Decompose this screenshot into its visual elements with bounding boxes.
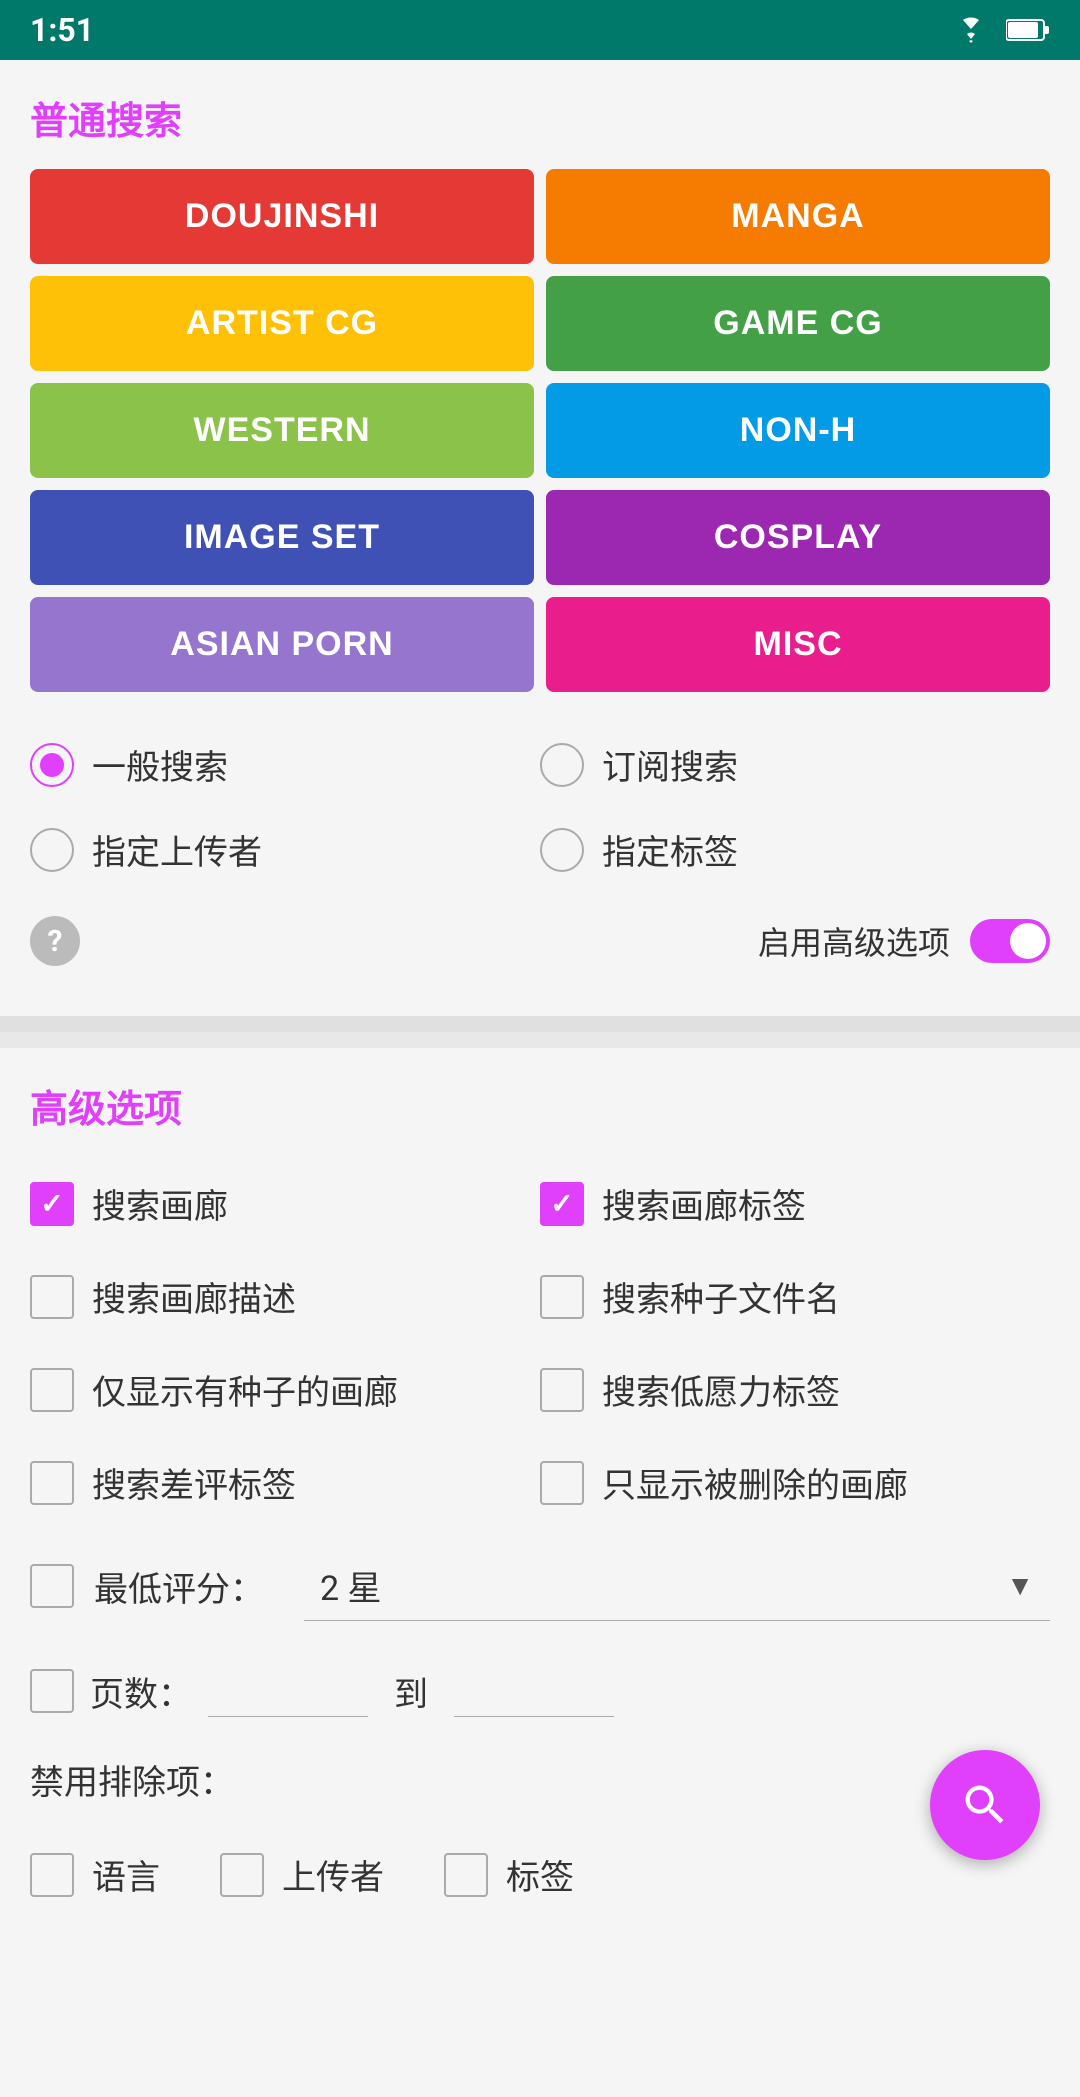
artist-cg-button[interactable]: ARTIST CG bbox=[30, 276, 534, 371]
non-h-button[interactable]: NON-H bbox=[546, 383, 1050, 478]
status-bar: 1:51 bbox=[0, 0, 1080, 60]
advanced-toggle-label: 启用高级选项 bbox=[758, 918, 950, 964]
general-search-radio-circle[interactable] bbox=[30, 743, 74, 787]
exclude-tag-label: 标签 bbox=[506, 1850, 574, 1899]
advanced-toggle-switch[interactable] bbox=[970, 919, 1050, 963]
radio-row-1: 一般搜索 订阅搜索 bbox=[30, 722, 1050, 807]
doujinshi-button[interactable]: DOUJINSHI bbox=[30, 169, 534, 264]
min-rating-checkbox[interactable] bbox=[30, 1564, 74, 1608]
search-gallery-item: 搜索画廊 bbox=[30, 1157, 540, 1250]
subscription-search-radio-circle[interactable] bbox=[540, 743, 584, 787]
search-bad-tags-label: 搜索差评标签 bbox=[92, 1458, 296, 1507]
general-search-label: 一般搜索 bbox=[92, 740, 228, 789]
exclude-label: 禁用排除项： bbox=[30, 1739, 1050, 1812]
specify-uploader-label: 指定上传者 bbox=[92, 825, 262, 874]
normal-search-card: 普通搜索 DOUJINSHI MANGA ARTIST CG GAME CG W… bbox=[0, 60, 1080, 1016]
only-torrent-item: 仅显示有种子的画廊 bbox=[30, 1343, 540, 1436]
advanced-options-card: 高级选项 搜索画廊 搜索画廊标签 搜索画廊描述 搜索种子文件名 仅显示有种子的画… bbox=[0, 1048, 1080, 2097]
exclude-language-label: 语言 bbox=[92, 1850, 160, 1899]
search-gallery-tag-item: 搜索画廊标签 bbox=[540, 1157, 1050, 1250]
exclude-uploader-checkbox[interactable] bbox=[220, 1853, 264, 1897]
search-fab[interactable] bbox=[930, 1750, 1040, 1860]
asian-porn-button[interactable]: ASIAN PORN bbox=[30, 597, 534, 692]
status-icons bbox=[951, 15, 1050, 45]
search-low-power-label: 搜索低愿力标签 bbox=[602, 1365, 840, 1414]
dropdown-arrow-icon: ▼ bbox=[1006, 1569, 1034, 1602]
radio-row-2: 指定上传者 指定标签 bbox=[30, 807, 1050, 892]
exclude-tag-item: 标签 bbox=[444, 1828, 574, 1921]
advanced-toggle-row: ? 启用高级选项 bbox=[30, 892, 1050, 976]
min-rating-label: 最低评分： bbox=[94, 1562, 264, 1611]
exclude-language-item: 语言 bbox=[30, 1828, 160, 1921]
page-to-input[interactable] bbox=[454, 1665, 614, 1717]
show-deleted-checkbox[interactable] bbox=[540, 1461, 584, 1505]
western-button[interactable]: WESTERN bbox=[30, 383, 534, 478]
category-buttons-grid: DOUJINSHI MANGA ARTIST CG GAME CG WESTER… bbox=[30, 169, 1050, 692]
exclude-tag-checkbox[interactable] bbox=[444, 1853, 488, 1897]
image-set-button[interactable]: IMAGE SET bbox=[30, 490, 534, 585]
help-icon[interactable]: ? bbox=[30, 916, 80, 966]
search-gallery-desc-label: 搜索画廊描述 bbox=[92, 1272, 296, 1321]
search-bad-tags-item: 搜索差评标签 bbox=[30, 1436, 540, 1529]
normal-search-title: 普通搜索 bbox=[30, 90, 1050, 145]
search-low-power-checkbox[interactable] bbox=[540, 1368, 584, 1412]
specify-uploader-radio-circle[interactable] bbox=[30, 828, 74, 872]
exclude-language-checkbox[interactable] bbox=[30, 1853, 74, 1897]
specify-uploader-radio[interactable]: 指定上传者 bbox=[30, 825, 540, 874]
only-torrent-checkbox[interactable] bbox=[30, 1368, 74, 1412]
general-search-radio[interactable]: 一般搜索 bbox=[30, 740, 540, 789]
only-torrent-label: 仅显示有种子的画廊 bbox=[92, 1365, 398, 1414]
search-torrent-checkbox[interactable] bbox=[540, 1275, 584, 1319]
search-low-power-item: 搜索低愿力标签 bbox=[540, 1343, 1050, 1436]
manga-button[interactable]: MANGA bbox=[546, 169, 1050, 264]
subscription-search-label: 订阅搜索 bbox=[602, 740, 738, 789]
radio-group: 一般搜索 订阅搜索 指定上传者 指定标签 bbox=[30, 722, 1050, 892]
show-deleted-item: 只显示被删除的画廊 bbox=[540, 1436, 1050, 1529]
search-torrent-item: 搜索种子文件名 bbox=[540, 1250, 1050, 1343]
search-icon bbox=[959, 1779, 1011, 1831]
exclude-uploader-label: 上传者 bbox=[282, 1850, 384, 1899]
show-deleted-label: 只显示被删除的画廊 bbox=[602, 1458, 908, 1507]
page-range-row: 页数： 到 bbox=[30, 1643, 1050, 1739]
battery-icon bbox=[1006, 17, 1050, 43]
page-range-label: 页数： bbox=[90, 1667, 192, 1716]
time-display: 1:51 bbox=[30, 11, 94, 49]
checkboxes-grid: 搜索画廊 搜索画廊标签 搜索画廊描述 搜索种子文件名 仅显示有种子的画廊 搜索低… bbox=[30, 1157, 1050, 1529]
cosplay-button[interactable]: COSPLAY bbox=[546, 490, 1050, 585]
advanced-toggle-group: 启用高级选项 bbox=[758, 918, 1050, 964]
search-gallery-desc-item: 搜索画廊描述 bbox=[30, 1250, 540, 1343]
page-from-input[interactable] bbox=[208, 1665, 368, 1717]
search-gallery-tag-checkbox[interactable] bbox=[540, 1182, 584, 1226]
search-gallery-checkbox[interactable] bbox=[30, 1182, 74, 1226]
specify-tag-radio[interactable]: 指定标签 bbox=[540, 825, 1050, 874]
search-bad-tags-checkbox[interactable] bbox=[30, 1461, 74, 1505]
wifi-icon bbox=[951, 15, 991, 45]
search-gallery-tag-label: 搜索画廊标签 bbox=[602, 1179, 806, 1228]
rating-dropdown[interactable]: 2 星 ▼ bbox=[304, 1551, 1050, 1621]
exclude-uploader-item: 上传者 bbox=[220, 1828, 384, 1921]
specify-tag-label: 指定标签 bbox=[602, 825, 738, 874]
rating-value: 2 星 bbox=[320, 1561, 382, 1610]
search-gallery-desc-checkbox[interactable] bbox=[30, 1275, 74, 1319]
misc-button[interactable]: MISC bbox=[546, 597, 1050, 692]
subscription-search-radio[interactable]: 订阅搜索 bbox=[540, 740, 1050, 789]
min-rating-row: 最低评分： 2 星 ▼ bbox=[30, 1529, 1050, 1643]
advanced-options-title: 高级选项 bbox=[30, 1078, 1050, 1133]
game-cg-button[interactable]: GAME CG bbox=[546, 276, 1050, 371]
page-range-checkbox[interactable] bbox=[30, 1669, 74, 1713]
exclude-checkboxes-row: 语言 上传者 标签 bbox=[30, 1812, 1050, 1937]
specify-tag-radio-circle[interactable] bbox=[540, 828, 584, 872]
section-divider bbox=[0, 1016, 1080, 1032]
search-gallery-label: 搜索画廊 bbox=[92, 1179, 228, 1228]
page-separator: 到 bbox=[394, 1667, 428, 1716]
search-torrent-label: 搜索种子文件名 bbox=[602, 1272, 840, 1321]
